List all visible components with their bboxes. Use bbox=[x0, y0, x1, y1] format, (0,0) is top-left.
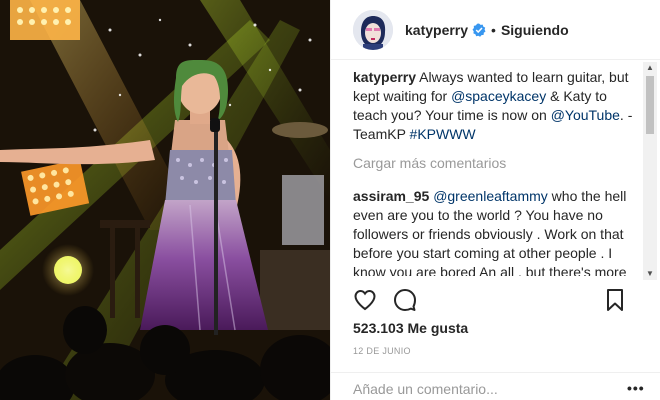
comment-icon[interactable] bbox=[389, 284, 421, 316]
load-more-comments-button[interactable]: Cargar más comentarios bbox=[353, 154, 639, 173]
post-author-username[interactable]: katyperry bbox=[405, 22, 468, 38]
post-header: katyperry • Siguiendo bbox=[331, 0, 660, 60]
post-date: 12 DE JUNIO bbox=[353, 346, 411, 356]
comment-username[interactable]: assiram_95 bbox=[353, 188, 429, 204]
add-comment-bar: ••• bbox=[331, 372, 660, 400]
scroll-up-arrow-icon[interactable]: ▲ bbox=[643, 62, 657, 74]
caption-username[interactable]: katyperry bbox=[353, 69, 416, 85]
comments-list: katyperry Always wanted to learn guitar,… bbox=[353, 68, 639, 276]
action-bar bbox=[349, 284, 639, 316]
add-comment-input[interactable] bbox=[353, 381, 603, 397]
separator-dot: • bbox=[491, 21, 496, 38]
scrollbar-thumb[interactable] bbox=[646, 76, 654, 134]
heart-icon[interactable] bbox=[349, 284, 381, 316]
caption-mention-spaceykacey[interactable]: @spaceykacey bbox=[451, 88, 546, 104]
caption: katyperry Always wanted to learn guitar,… bbox=[353, 68, 639, 144]
likes-count[interactable]: 523.103 Me gusta bbox=[353, 320, 468, 336]
caption-hashtag[interactable]: #KPWWW bbox=[410, 126, 476, 142]
comment-item: assiram_95 @greenleaftammy who the hell … bbox=[353, 187, 639, 276]
concert-photo-illustration bbox=[0, 0, 330, 400]
avatar[interactable] bbox=[353, 9, 393, 50]
bookmark-icon[interactable] bbox=[599, 284, 631, 316]
comments-scrollbar[interactable]: ▲ ▼ bbox=[643, 62, 657, 280]
verified-badge-icon bbox=[472, 23, 486, 37]
following-button[interactable]: Siguiendo bbox=[501, 22, 569, 38]
post-panel: katyperry • Siguiendo katyperry Always w… bbox=[330, 0, 660, 400]
scroll-down-arrow-icon[interactable]: ▼ bbox=[643, 268, 657, 280]
more-options-button[interactable]: ••• bbox=[627, 381, 645, 395]
caption-mention-youtube[interactable]: @YouTube bbox=[551, 107, 620, 123]
avatar-illustration bbox=[353, 9, 393, 50]
comment-mention[interactable]: @greenleaftammy bbox=[433, 188, 548, 204]
post-photo[interactable] bbox=[0, 0, 330, 400]
